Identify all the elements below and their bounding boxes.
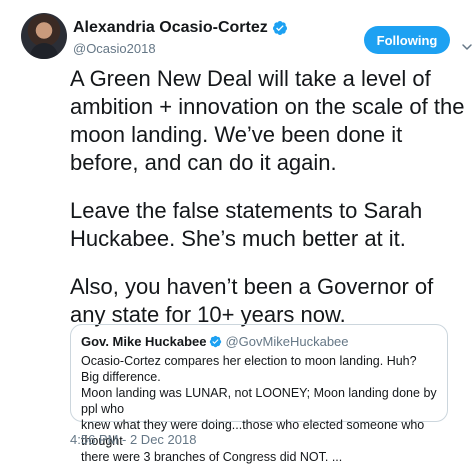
chevron-down-icon[interactable] [461, 41, 473, 53]
tweet-timestamp[interactable]: 4:56 PM - 2 Dec 2018 [70, 432, 196, 447]
tweet-paragraph: Also, you haven’t been a Governor of any… [70, 274, 434, 327]
avatar[interactable] [21, 13, 67, 59]
author-handle[interactable]: @Ocasio2018 [73, 41, 156, 56]
quoted-author-handle: @GovMikeHuckabee [225, 334, 349, 349]
tweet-paragraph: Leave the false statements to Sarah Huck… [70, 198, 423, 251]
verified-badge-icon [210, 335, 222, 348]
tweet-text: A Green New Deal will take a level of am… [70, 65, 465, 349]
verified-badge-icon [272, 21, 287, 35]
quoted-tweet-text: Ocasio-Cortez compares her election to m… [81, 354, 437, 464]
tweet-paragraph: A Green New Deal will take a level of am… [70, 66, 465, 175]
quoted-author-name: Gov. Mike Huckabee [81, 334, 207, 349]
author-name[interactable]: Alexandria Ocasio-Cortez [73, 19, 268, 37]
quoted-author-row: Gov. Mike Huckabee @GovMikeHuckabee [81, 334, 437, 349]
quoted-tweet[interactable]: Gov. Mike Huckabee @GovMikeHuckabee Ocas… [70, 324, 448, 464]
tweet-header: Alexandria Ocasio-Cortez @Ocasio2018 Fol… [21, 13, 474, 59]
author-name-row: Alexandria Ocasio-Cortez [73, 19, 288, 37]
following-button[interactable]: Following [364, 26, 450, 54]
